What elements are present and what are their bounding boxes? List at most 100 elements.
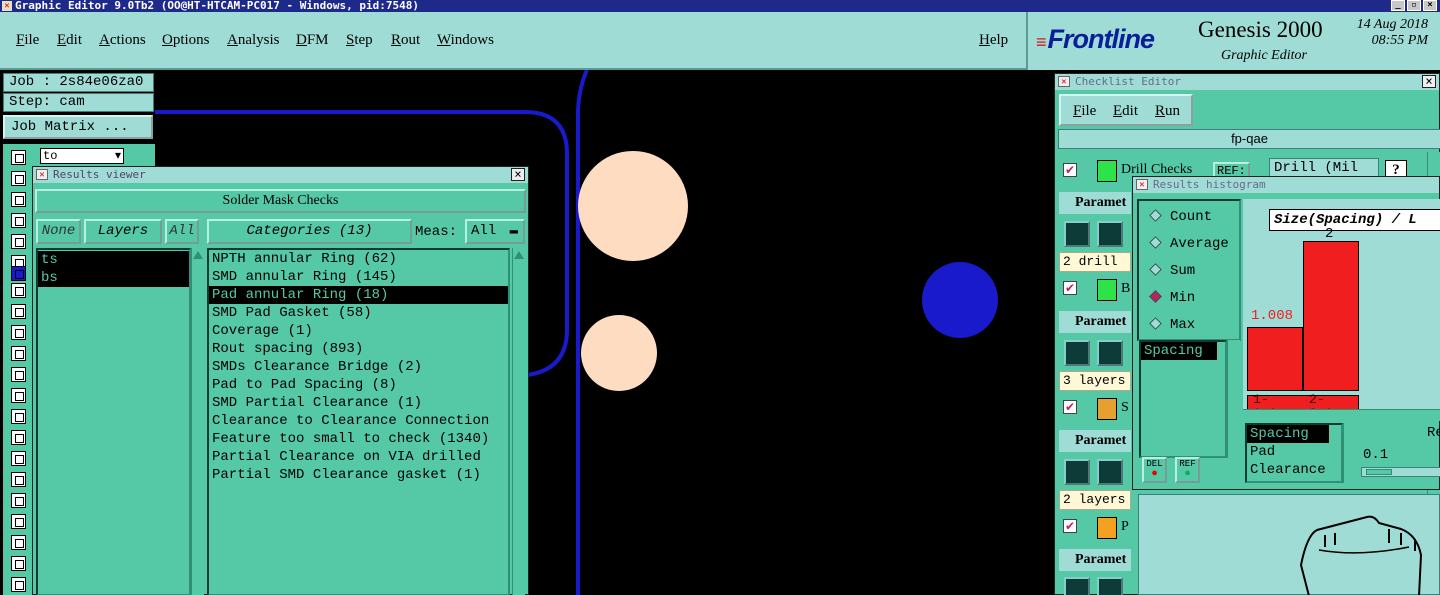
check-row-checkbox[interactable]: ✔: [1063, 519, 1077, 533]
category-item[interactable]: Partial Clearance on VIA drilled: [209, 448, 508, 466]
category-item[interactable]: Feature too small to check (1340): [209, 430, 508, 448]
layer-checkbox[interactable]: [11, 514, 26, 529]
meas-dropdown[interactable]: All ▬: [465, 219, 525, 244]
menu-dfm[interactable]: DFM: [296, 32, 329, 49]
category-item[interactable]: Pad to Pad Spacing (8): [209, 376, 508, 394]
radio-count[interactable]: Count: [1149, 209, 1212, 225]
categories-scrollbar[interactable]: [512, 248, 525, 595]
histogram-hscroll[interactable]: [1243, 409, 1440, 421]
layer-checkbox[interactable]: [11, 535, 26, 550]
measure-list[interactable]: Spacing: [1139, 340, 1227, 458]
menu-help[interactable]: Help: [979, 32, 1008, 49]
checklist-menu-edit[interactable]: Edit: [1113, 103, 1138, 120]
maximize-button[interactable]: ▫: [1407, 0, 1421, 11]
radio-max[interactable]: Max: [1149, 317, 1195, 333]
layers-button[interactable]: Layers: [84, 219, 162, 244]
category-item[interactable]: Partial SMD Clearance gasket (1): [209, 466, 508, 484]
job-matrix-button[interactable]: Job Matrix ...: [3, 115, 153, 139]
layer-checkbox[interactable]: [11, 304, 26, 319]
categories-list[interactable]: NPTH annular Ring (62) SMD annular Ring …: [207, 248, 510, 595]
del-button[interactable]: DEL ●: [1142, 457, 1167, 483]
radio-min[interactable]: Min: [1149, 290, 1195, 306]
pad-large[interactable]: [578, 151, 688, 261]
menu-edit[interactable]: Edit: [57, 32, 82, 49]
category-item[interactable]: SMDs Clearance Bridge (2): [209, 358, 508, 376]
check-row-checkbox[interactable]: ✔: [1063, 163, 1077, 177]
layer-checkbox[interactable]: [11, 171, 26, 186]
via-pad[interactable]: [922, 262, 998, 338]
histogram-bar-2[interactable]: [1303, 241, 1359, 391]
all-button[interactable]: All: [165, 219, 199, 244]
category-item[interactable]: SMD annular Ring (145): [209, 268, 508, 286]
check-row-checkbox[interactable]: ✔: [1063, 400, 1077, 414]
value-slider[interactable]: [1361, 467, 1440, 477]
run-all-icon[interactable]: [1097, 221, 1123, 247]
layer-checkbox[interactable]: [11, 234, 26, 249]
lower-list-scrollbar[interactable]: [1343, 423, 1356, 483]
layer-checkbox[interactable]: [11, 150, 26, 165]
layer-checkbox[interactable]: [11, 409, 26, 424]
lower-list-item[interactable]: Pad: [1247, 443, 1341, 461]
layer-checkbox[interactable]: [11, 472, 26, 487]
categories-button[interactable]: Categories (13): [207, 219, 412, 244]
layer-item-bs[interactable]: bs: [38, 269, 189, 287]
lower-list-item[interactable]: Spacing: [1247, 425, 1329, 443]
to-dropdown[interactable]: to ▾: [40, 148, 124, 164]
menu-analysis[interactable]: Analysis: [227, 32, 280, 49]
checklist-menu-file[interactable]: File: [1073, 103, 1096, 120]
menu-windows[interactable]: Windows: [437, 32, 494, 49]
category-item[interactable]: Clearance to Clearance Connection: [209, 412, 508, 430]
run-check-icon[interactable]: [1064, 221, 1090, 247]
minimize-button[interactable]: _: [1391, 0, 1405, 11]
layer-checkbox[interactable]: [11, 192, 26, 207]
layer-checkbox[interactable]: [11, 346, 26, 361]
lower-list[interactable]: Spacing Pad Clearance: [1245, 423, 1343, 483]
run-check-icon[interactable]: [1064, 340, 1090, 366]
menu-rout[interactable]: Rout: [391, 32, 420, 49]
layer-checkbox[interactable]: [11, 283, 26, 298]
close-button[interactable]: ×: [1423, 0, 1437, 11]
layer-checkbox[interactable]: [11, 493, 26, 508]
menu-file[interactable]: File: [16, 32, 39, 49]
category-item[interactable]: SMD Partial Clearance (1): [209, 394, 508, 412]
category-item[interactable]: Rout spacing (893): [209, 340, 508, 358]
lower-list-item[interactable]: Clearance: [1247, 461, 1341, 479]
measure-scrollbar[interactable]: [1227, 340, 1240, 458]
checklist-editor-close-button[interactable]: ×: [1422, 75, 1436, 88]
layer-checkbox[interactable]: [11, 213, 26, 228]
layer-checkbox[interactable]: [11, 556, 26, 571]
menu-actions[interactable]: Actions: [99, 32, 146, 49]
layer-checkbox[interactable]: [11, 451, 26, 466]
layer-checkbox[interactable]: [11, 367, 26, 382]
layer-checkbox[interactable]: [11, 430, 26, 445]
drill-field[interactable]: Drill (Mil: [1269, 158, 1379, 178]
run-check-icon[interactable]: [1064, 577, 1090, 595]
scroll-up-icon[interactable]: [193, 251, 203, 259]
menu-options[interactable]: Options: [162, 32, 210, 49]
radio-sum[interactable]: Sum: [1149, 263, 1195, 279]
ref-button[interactable]: REF ●: [1175, 457, 1200, 483]
category-item[interactable]: SMD Pad Gasket (58): [209, 304, 508, 322]
results-viewer-close-button[interactable]: ×: [511, 168, 525, 181]
layers-list[interactable]: ts bs: [36, 248, 191, 595]
run-all-icon[interactable]: [1097, 340, 1123, 366]
measure-item[interactable]: Spacing: [1141, 342, 1217, 360]
category-item-selected[interactable]: Pad annular Ring (18): [209, 286, 508, 304]
layer-checkbox[interactable]: [11, 577, 26, 592]
check-row-checkbox[interactable]: ✔: [1063, 281, 1077, 295]
layer-checkbox-selected[interactable]: [11, 266, 26, 281]
checklist-menu-run[interactable]: Run: [1155, 103, 1180, 120]
layer-item-ts[interactable]: ts: [38, 251, 189, 269]
category-item[interactable]: Coverage (1): [209, 322, 508, 340]
scroll-up-icon[interactable]: [514, 251, 524, 259]
layer-checkbox[interactable]: [11, 325, 26, 340]
none-button[interactable]: None: [36, 219, 81, 244]
histogram-bar-1[interactable]: [1247, 327, 1303, 391]
menu-step[interactable]: Step: [346, 32, 373, 49]
run-all-icon[interactable]: [1097, 459, 1123, 485]
layer-checkbox[interactable]: [11, 388, 26, 403]
run-all-icon[interactable]: [1097, 577, 1123, 595]
category-item[interactable]: NPTH annular Ring (62): [209, 250, 508, 268]
run-check-icon[interactable]: [1064, 459, 1090, 485]
radio-average[interactable]: Average: [1149, 236, 1229, 252]
